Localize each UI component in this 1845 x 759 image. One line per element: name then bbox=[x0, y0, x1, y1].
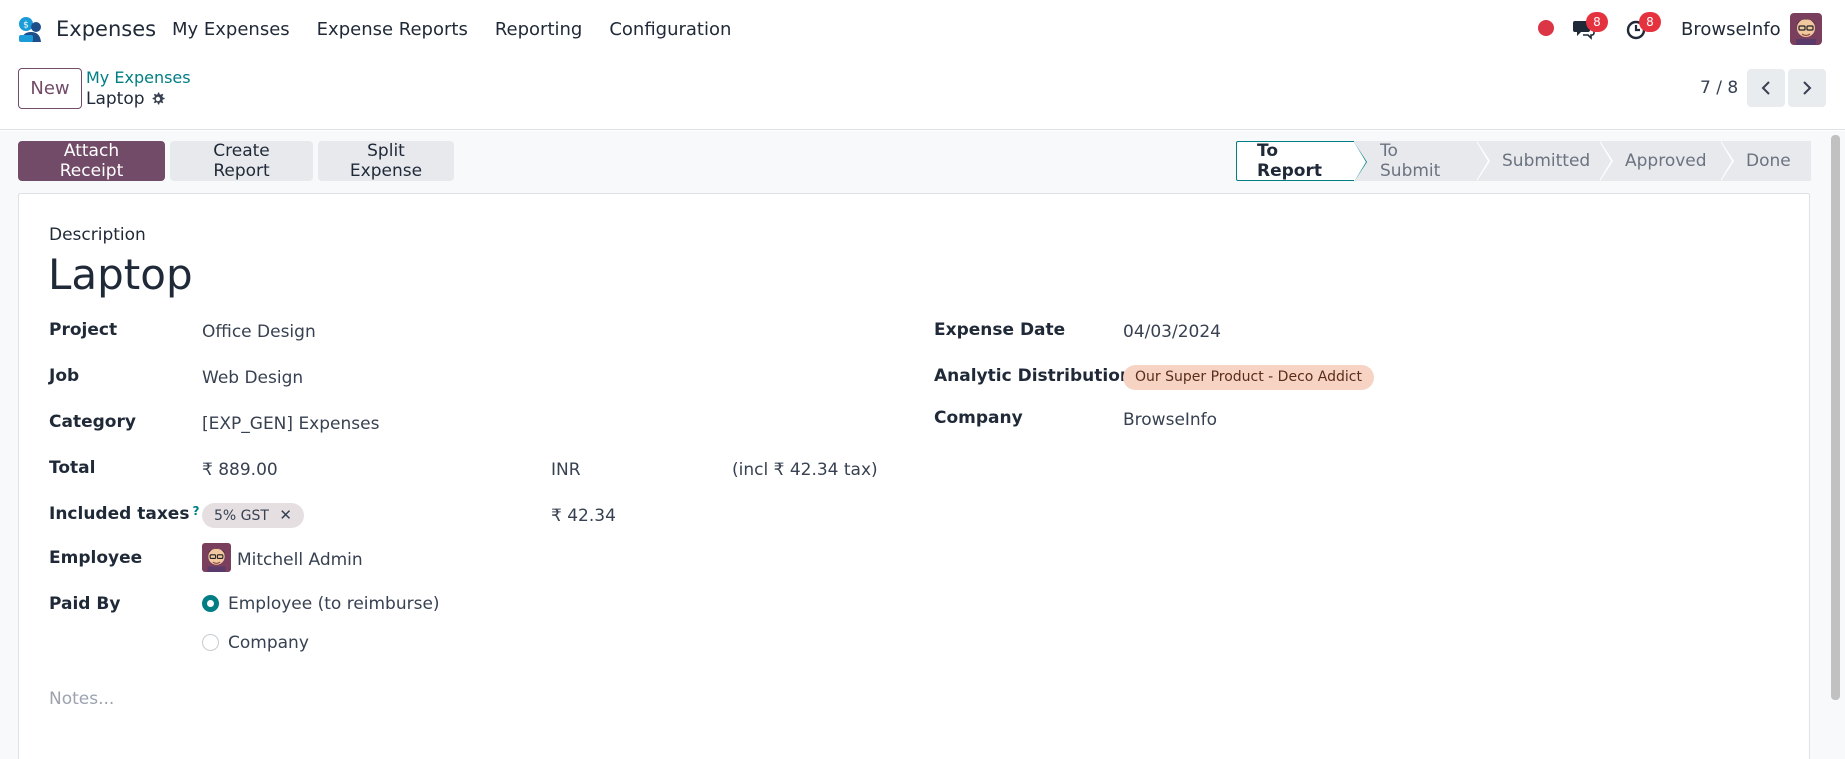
messages-count-badge: 8 bbox=[1586, 12, 1608, 32]
tax-tag: 5% GST ✕ bbox=[202, 503, 304, 528]
status-bar: To Report To Submit Submitted Approved D… bbox=[1236, 141, 1811, 182]
svg-text:$: $ bbox=[23, 21, 29, 31]
help-tooltip-icon[interactable]: ? bbox=[192, 504, 199, 518]
app-name[interactable]: Expenses bbox=[56, 17, 156, 41]
employee-avatar bbox=[202, 543, 231, 572]
split-expense-button[interactable]: Split Expense bbox=[318, 141, 454, 181]
recording-indicator-icon[interactable] bbox=[1538, 20, 1554, 36]
total-label: Total bbox=[49, 458, 96, 478]
description-label: Description bbox=[49, 225, 146, 245]
stage-label: To Report bbox=[1257, 141, 1322, 181]
new-button[interactable]: New bbox=[18, 68, 82, 109]
stage-label: Submitted bbox=[1502, 151, 1591, 171]
menu-my-expenses[interactable]: My Expenses bbox=[172, 19, 290, 40]
menu-reporting[interactable]: Reporting bbox=[495, 19, 583, 40]
project-field[interactable]: Office Design bbox=[202, 322, 316, 342]
paid-by-label: Paid By bbox=[49, 594, 121, 614]
breadcrumb-current: Laptop bbox=[86, 89, 166, 109]
company-field[interactable]: BrowseInfo bbox=[1123, 410, 1217, 430]
analytic-distribution-label: Analytic Distribution bbox=[934, 366, 1132, 386]
company-switcher[interactable]: BrowseInfo bbox=[1681, 19, 1781, 40]
category-label: Category bbox=[49, 412, 136, 432]
stage-label: Approved bbox=[1625, 151, 1707, 171]
activities-count-badge: 8 bbox=[1639, 12, 1661, 32]
included-taxes-label-text: Included taxes bbox=[49, 504, 190, 524]
currency-field[interactable]: INR bbox=[551, 460, 581, 480]
expense-date-label: Expense Date bbox=[934, 320, 1066, 340]
job-field[interactable]: Web Design bbox=[202, 368, 303, 388]
company-label: Company bbox=[934, 408, 1023, 428]
gear-icon[interactable] bbox=[150, 91, 166, 107]
pager-previous-button[interactable] bbox=[1747, 69, 1785, 107]
category-field[interactable]: [EXP_GEN] Expenses bbox=[202, 414, 379, 434]
tax-note: (incl ₹ 42.34 tax) bbox=[732, 460, 878, 480]
stage-submitted[interactable]: Submitted bbox=[1476, 141, 1613, 181]
pager-value[interactable]: 7 / 8 bbox=[1700, 78, 1738, 98]
included-taxes-label: Included taxes? bbox=[49, 504, 199, 524]
menu-configuration[interactable]: Configuration bbox=[609, 19, 731, 40]
tax-tag-label: 5% GST bbox=[214, 508, 269, 524]
action-bar: Attach Receipt Create Report Split Expen… bbox=[0, 131, 1845, 193]
breadcrumb-my-expenses[interactable]: My Expenses bbox=[86, 68, 191, 87]
remove-tag-icon[interactable]: ✕ bbox=[279, 506, 292, 524]
paid-by-company-label[interactable]: Company bbox=[228, 633, 309, 653]
chevron-left-icon bbox=[1761, 81, 1770, 95]
paid-by-company-radio[interactable] bbox=[202, 634, 219, 651]
attach-receipt-button[interactable]: Attach Receipt bbox=[18, 141, 165, 181]
paid-by-employee-radio[interactable] bbox=[202, 595, 219, 612]
stage-approved[interactable]: Approved bbox=[1599, 141, 1734, 181]
create-report-button[interactable]: Create Report bbox=[170, 141, 313, 181]
form-sheet bbox=[18, 193, 1810, 759]
control-panel: New My Expenses Laptop 7 / 8 bbox=[0, 58, 1845, 130]
top-navbar: $ Expenses My Expenses Expense Reports R… bbox=[0, 0, 1845, 58]
activities-button[interactable]: 8 bbox=[1625, 12, 1661, 41]
stage-arrow bbox=[1354, 142, 1366, 182]
analytic-distribution-tag[interactable]: Our Super Product - Deco Addict bbox=[1123, 365, 1374, 390]
stage-arrow bbox=[1599, 141, 1611, 181]
pager-next-button[interactable] bbox=[1788, 69, 1826, 107]
chevron-right-icon bbox=[1803, 81, 1812, 95]
menu-expense-reports[interactable]: Expense Reports bbox=[317, 19, 468, 40]
stage-label: To Submit bbox=[1380, 141, 1441, 181]
job-label: Job bbox=[49, 366, 80, 386]
total-amount-field[interactable]: ₹ 889.00 bbox=[202, 460, 278, 480]
user-avatar[interactable] bbox=[1790, 13, 1822, 45]
breadcrumb-current-label: Laptop bbox=[86, 89, 145, 109]
employee-field[interactable]: Mitchell Admin bbox=[237, 550, 363, 570]
stage-label: Done bbox=[1746, 151, 1791, 171]
notes-field[interactable]: Notes... bbox=[49, 689, 114, 709]
stage-to-submit[interactable]: To Submit bbox=[1354, 141, 1490, 181]
main-menu: My Expenses Expense Reports Reporting Co… bbox=[172, 19, 758, 40]
expenses-app-icon[interactable]: $ bbox=[17, 15, 45, 43]
messages-button[interactable]: 8 bbox=[1572, 12, 1608, 41]
stage-to-report[interactable]: To Report bbox=[1236, 141, 1367, 182]
project-label: Project bbox=[49, 320, 118, 340]
stage-arrow bbox=[1720, 141, 1732, 181]
expense-title-field[interactable]: Laptop bbox=[48, 250, 193, 299]
expense-date-field[interactable]: 04/03/2024 bbox=[1123, 322, 1221, 342]
paid-by-employee-label[interactable]: Employee (to reimburse) bbox=[228, 594, 440, 614]
tax-amount: ₹ 42.34 bbox=[551, 506, 616, 526]
stage-arrow bbox=[1476, 141, 1488, 181]
employee-label: Employee bbox=[49, 548, 143, 568]
page-scrollbar[interactable] bbox=[1831, 135, 1840, 700]
